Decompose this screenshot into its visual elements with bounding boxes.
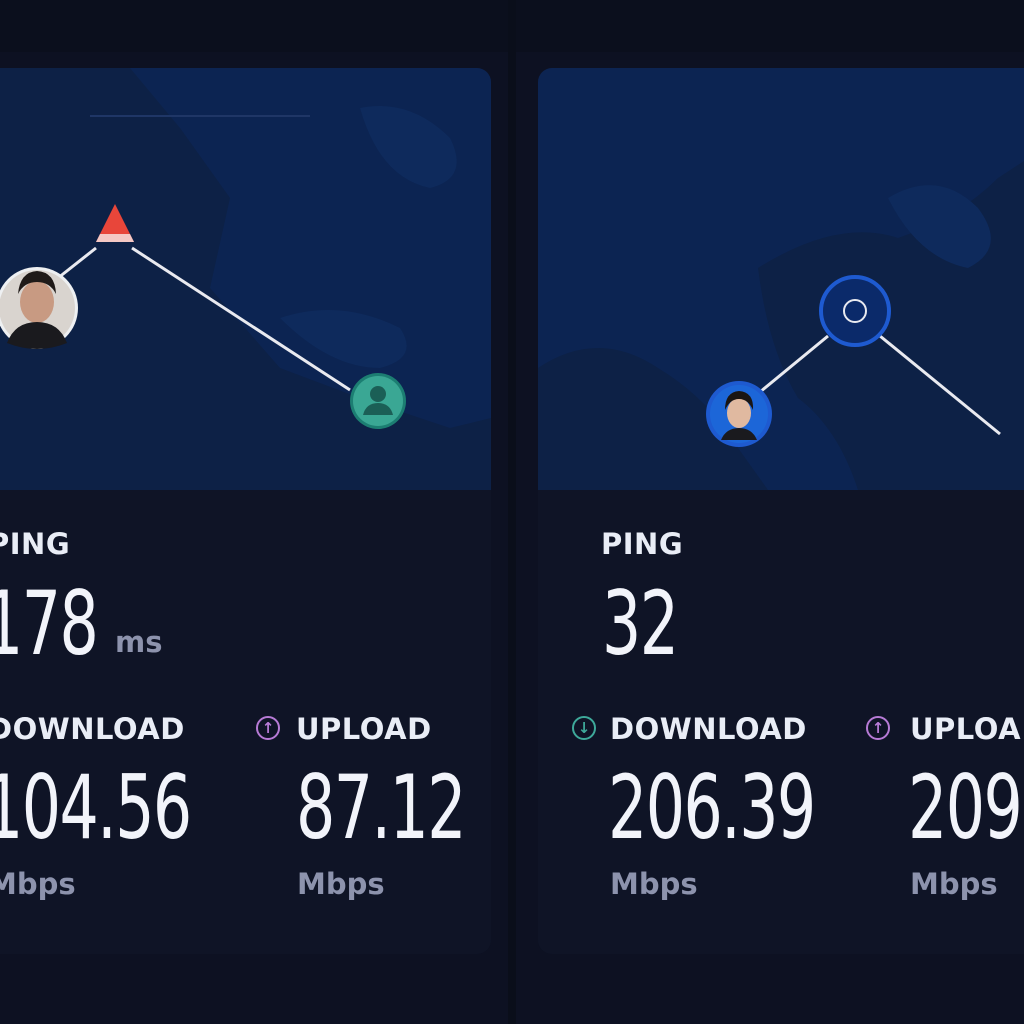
download-unit: Mbps bbox=[0, 867, 76, 901]
speedtest-card-right: PING 32 ↓ DOWNLOAD 206.39 Mbps ↑ UPLOA 2… bbox=[538, 68, 1024, 954]
panel-divider bbox=[508, 0, 516, 1024]
lake-shape bbox=[280, 310, 407, 368]
download-unit: Mbps bbox=[610, 867, 698, 901]
upload-value: 87.12 bbox=[296, 756, 466, 859]
arrow-up-circle-icon: ↑ bbox=[866, 716, 890, 740]
ping-label: PING bbox=[601, 527, 684, 561]
arrow-down-circle-icon: ↓ bbox=[572, 716, 596, 740]
map-left-graphic bbox=[0, 68, 491, 490]
server-marker-icon bbox=[819, 275, 891, 347]
ping-unit: ms bbox=[115, 625, 163, 659]
ping-label: PING bbox=[0, 527, 71, 561]
download-value: 104.56 bbox=[0, 756, 192, 859]
upload-value: 209. bbox=[908, 756, 1024, 859]
arrow-up-circle-icon: ↑ bbox=[256, 716, 280, 740]
stats-left: PING 178 ms DOWNLOAD 104.56 Mbps ↑ UPLOA… bbox=[0, 490, 491, 954]
download-label: DOWNLOAD bbox=[0, 712, 185, 746]
upload-unit: Mbps bbox=[910, 867, 998, 901]
lake-shape-2 bbox=[360, 106, 457, 188]
destination-user-icon bbox=[350, 373, 406, 429]
user-avatar bbox=[706, 381, 772, 447]
upload-unit: Mbps bbox=[297, 867, 385, 901]
download-value: 206.39 bbox=[608, 756, 816, 859]
download-label: DOWNLOAD bbox=[610, 712, 807, 746]
map-left bbox=[0, 68, 491, 490]
map-right bbox=[538, 68, 1024, 490]
ping-value: 32 bbox=[602, 572, 679, 675]
speedtest-card-left: PING 178 ms DOWNLOAD 104.56 Mbps ↑ UPLOA… bbox=[0, 68, 491, 954]
ping-value: 178 bbox=[0, 572, 99, 675]
stats-right: PING 32 ↓ DOWNLOAD 206.39 Mbps ↑ UPLOA 2… bbox=[538, 490, 1024, 954]
upload-label: UPLOA bbox=[910, 712, 1022, 746]
upload-label: UPLOAD bbox=[296, 712, 432, 746]
map-right-graphic bbox=[538, 161, 1024, 490]
